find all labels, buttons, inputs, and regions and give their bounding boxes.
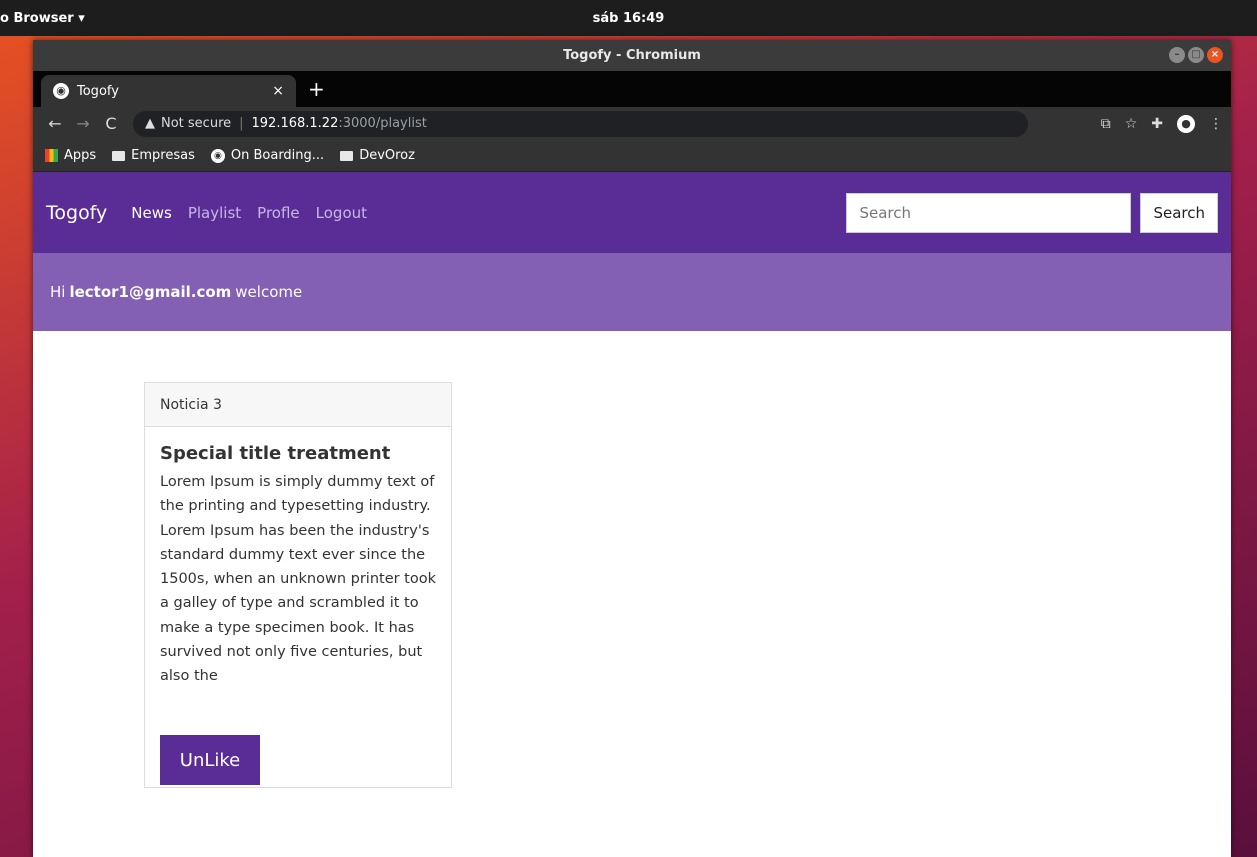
os-top-bar: o Browser ▾ sáb 16:49	[0, 0, 1257, 36]
bookmark-label: Empresas	[131, 148, 195, 163]
new-tab-button[interactable]: +	[308, 77, 325, 101]
bookmark-devoroz[interactable]: DevOroz	[340, 148, 415, 163]
nav-news[interactable]: News	[131, 204, 172, 222]
warning-icon: ▲	[145, 116, 155, 131]
brand-logo[interactable]: Togofy	[46, 202, 107, 224]
card-title: Special title treatment	[160, 443, 391, 464]
news-card: Noticia 3 Special title treatment Lorem …	[144, 382, 452, 788]
bookmark-onboarding[interactable]: ◉ On Boarding...	[210, 148, 325, 163]
star-icon[interactable]: ☆	[1125, 116, 1138, 132]
nav-playlist[interactable]: Playlist	[188, 204, 241, 222]
welcome-banner: Hi lector1@gmail.com welcome	[33, 253, 1231, 331]
window-controls: – □ ×	[1169, 47, 1223, 63]
clock[interactable]: sáb 16:49	[0, 11, 1257, 26]
back-button[interactable]: ←	[41, 114, 69, 133]
translate-icon[interactable]: ⧉	[1101, 116, 1111, 132]
minimize-icon[interactable]: –	[1169, 47, 1185, 63]
welcome-suffix: welcome	[235, 283, 303, 301]
tab-strip: ◉ Togofy × +	[33, 71, 1231, 107]
bookmark-label: On Boarding...	[230, 148, 325, 163]
close-tab-icon[interactable]: ×	[272, 83, 284, 99]
url-path: :3000/playlist	[338, 116, 427, 131]
apps-icon	[45, 149, 58, 162]
page-content: Togofy News Playlist Profle Logout Searc…	[33, 172, 1231, 849]
divider: |	[239, 116, 244, 131]
tab-togofy[interactable]: ◉ Togofy ×	[41, 75, 296, 107]
forward-button[interactable]: →	[69, 114, 97, 133]
window-titlebar: Togofy - Chromium – □ ×	[33, 40, 1231, 71]
bookmark-label: Apps	[64, 148, 97, 163]
folder-icon	[340, 150, 354, 161]
reload-button[interactable]: C	[97, 114, 125, 133]
bookmark-label: DevOroz	[359, 148, 415, 163]
toolbar-actions: ⧉ ☆ ✚ ● ⋮	[1101, 114, 1223, 133]
unlike-button[interactable]: UnLike	[160, 735, 260, 785]
search-button[interactable]: Search	[1140, 192, 1218, 233]
tab-title: Togofy	[77, 83, 119, 99]
security-label: Not secure	[161, 116, 232, 131]
folder-icon	[112, 150, 126, 161]
menu-icon[interactable]: ⋮	[1209, 116, 1223, 132]
search-form: Search	[846, 192, 1218, 233]
welcome-prefix: Hi	[50, 283, 66, 301]
globe-icon: ◉	[210, 148, 225, 163]
maximize-icon[interactable]: □	[1188, 47, 1204, 63]
card-header: Noticia 3	[145, 383, 451, 427]
card-body: Special title treatment Lorem Ipsum is s…	[145, 427, 451, 801]
globe-icon: ◉	[53, 83, 69, 99]
browser-toolbar: ← → C ▲ Not secure | 192.168.1.22:3000/p…	[33, 107, 1231, 140]
nav-logout[interactable]: Logout	[316, 204, 367, 222]
bookmark-empresas[interactable]: Empresas	[112, 148, 195, 163]
window-title: Togofy - Chromium	[563, 48, 701, 63]
bookmark-apps[interactable]: Apps	[45, 148, 96, 163]
card-text: Lorem Ipsum is simply dummy text of the …	[160, 474, 436, 685]
app-navbar: Togofy News Playlist Profle Logout Searc…	[33, 172, 1231, 253]
search-input[interactable]	[846, 192, 1132, 233]
browser-window: Togofy - Chromium – □ × ◉ Togofy × + ← →…	[33, 40, 1231, 857]
user-email: lector1@gmail.com	[69, 283, 232, 301]
address-bar[interactable]: ▲ Not secure | 192.168.1.22:3000/playlis…	[133, 110, 1028, 137]
profile-icon[interactable]: ●	[1177, 114, 1195, 133]
close-window-icon[interactable]: ×	[1207, 47, 1223, 63]
url-host: 192.168.1.22	[251, 116, 339, 131]
extensions-icon[interactable]: ✚	[1151, 116, 1163, 132]
nav-profile[interactable]: Profle	[257, 204, 299, 222]
bookmarks-bar: Apps Empresas ◉ On Boarding... DevOroz	[33, 140, 1231, 172]
